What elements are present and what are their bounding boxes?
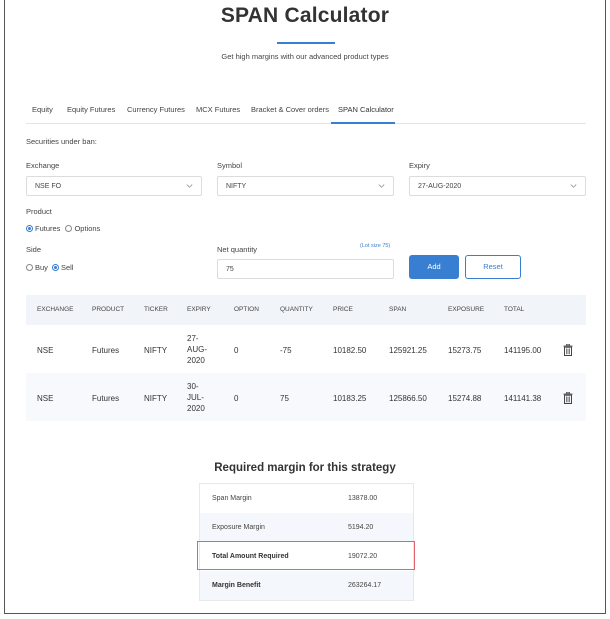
margin-benefit-value: 263264.17	[348, 582, 382, 589]
side-sell-label: Sell	[60, 263, 74, 272]
product-label: Product	[26, 207, 52, 216]
exchange-select[interactable]: NSE FO	[26, 176, 202, 196]
span-margin-value: 13878.00	[348, 495, 378, 502]
page-title: SPAN Calculator	[220, 4, 390, 27]
chevron-down-icon	[378, 184, 385, 188]
title-underline	[277, 42, 335, 44]
expiry-select-value: 27-AUG-2020	[418, 183, 462, 190]
tab-span-calculator[interactable]: SPAN Calculator	[338, 105, 394, 114]
side-buy-label: Buy	[35, 263, 48, 272]
tab-mcx-futures[interactable]: MCX Futures	[196, 105, 240, 114]
required-margin-title: Required margin for this strategy	[214, 462, 396, 474]
product-options-radio[interactable]	[65, 225, 73, 232]
expiry-select[interactable]: 27-AUG-2020	[409, 176, 586, 196]
side-buy-radio[interactable]	[26, 264, 33, 271]
cell-exchange: NSE	[37, 346, 54, 355]
net-quantity-value: 75	[226, 266, 234, 273]
tab-currency-futures[interactable]: Currency Futures	[127, 105, 185, 114]
table-row: NSE Futures NIFTY 30- JUL- 2020 0 75 101…	[26, 373, 586, 421]
tab-equity-futures[interactable]: Equity Futures	[67, 105, 115, 114]
summary-row-exposure-margin: Exposure Margin 5194.20	[200, 513, 413, 542]
th-price: PRICE	[333, 306, 353, 313]
th-option: OPTION	[234, 306, 259, 313]
th-span: SPAN	[389, 306, 407, 313]
th-ticker: TICKER	[144, 306, 168, 313]
side-radio-group: Buy Sell	[26, 263, 73, 272]
page-subtitle: Get high margins with our advanced produ…	[221, 52, 389, 61]
cell-total: 141195.00	[504, 346, 542, 355]
table-header: EXCHANGE PRODUCT TICKER EXPIRY OPTION QU…	[26, 295, 586, 325]
side-label: Side	[26, 245, 42, 254]
cell-price: 10183.25	[333, 394, 367, 403]
cell-expiry: 30- JUL- 2020	[187, 381, 205, 414]
cell-product: Futures	[92, 394, 120, 403]
exchange-select-value: NSE FO	[35, 183, 62, 190]
summary-row-margin-benefit: Margin Benefit 263264.17	[200, 571, 413, 600]
reset-button[interactable]: Reset	[465, 255, 521, 279]
cell-expiry-day: 27-	[187, 334, 199, 343]
cell-exposure: 15273.75	[448, 346, 482, 355]
exchange-label: Exchange	[26, 161, 60, 170]
th-exposure: EXPOSURE	[448, 306, 485, 313]
trash-icon[interactable]	[563, 392, 573, 404]
symbol-select[interactable]: NIFTY	[217, 176, 394, 196]
cell-span: 125866.50	[389, 394, 427, 403]
cell-expiry-month: JUL-	[187, 393, 204, 402]
net-quantity-input[interactable]: 75	[217, 259, 394, 279]
cell-expiry-day: 30-	[187, 382, 199, 391]
product-radio-group: Futures Options	[26, 224, 100, 233]
symbol-label: Symbol	[217, 161, 243, 170]
summary-row-span-margin: Span Margin 13878.00	[200, 484, 413, 513]
th-product: PRODUCT	[92, 306, 125, 313]
th-quantity: QUANTITY	[280, 306, 313, 313]
product-futures-label: Futures	[35, 224, 61, 233]
cell-option: 0	[234, 346, 239, 355]
tab-bracket-cover-orders[interactable]: Bracket & Cover orders	[251, 105, 329, 114]
net-quantity-label: Net quantity	[217, 245, 258, 254]
trash-icon[interactable]	[563, 344, 573, 356]
product-tabs: Equity Equity Futures Currency Futures M…	[26, 96, 586, 124]
cell-exchange: NSE	[37, 394, 54, 403]
side-sell-radio[interactable]	[51, 264, 59, 271]
cell-ticker: NIFTY	[144, 346, 168, 355]
cell-total: 141141.38	[504, 394, 542, 403]
active-tab-indicator	[331, 122, 395, 124]
chevron-down-icon	[186, 184, 193, 188]
exposure-margin-label: Exposure Margin	[212, 524, 265, 531]
expiry-label: Expiry	[409, 161, 430, 170]
cell-ticker: NIFTY	[144, 394, 168, 403]
tab-equity[interactable]: Equity	[32, 105, 53, 114]
cell-expiry-year: 2020	[187, 404, 205, 413]
cell-quantity: 75	[280, 394, 289, 403]
cell-span: 125921.25	[389, 346, 427, 355]
product-futures-radio[interactable]	[26, 225, 33, 232]
margin-benefit-label: Margin Benefit	[212, 582, 261, 589]
chevron-down-icon	[570, 184, 577, 188]
cell-option: 0	[234, 394, 239, 403]
add-button[interactable]: Add	[409, 255, 459, 279]
exposure-margin-value: 5194.20	[348, 524, 374, 531]
cell-expiry: 27- AUG- 2020	[187, 333, 207, 366]
symbol-select-value: NIFTY	[226, 183, 247, 190]
cell-product: Futures	[92, 346, 120, 355]
cell-exposure: 15274.88	[448, 394, 482, 403]
product-options-label: Options	[74, 224, 101, 233]
cell-expiry-year: 2020	[187, 356, 205, 365]
cell-price: 10182.50	[333, 346, 367, 355]
th-exchange: EXCHANGE	[37, 306, 74, 313]
th-total: TOTAL	[504, 306, 525, 313]
table-row: NSE Futures NIFTY 27- AUG- 2020 0 -75 10…	[26, 325, 586, 373]
span-margin-label: Span Margin	[212, 495, 252, 502]
th-expiry: EXPIRY	[187, 306, 211, 313]
cell-expiry-month: AUG-	[187, 345, 207, 354]
cell-quantity: -75	[280, 346, 292, 355]
lot-size-hint: (Lot size 75)	[360, 243, 391, 249]
securities-under-ban-label: Securities under ban:	[26, 137, 97, 146]
total-amount-highlight	[197, 541, 415, 570]
